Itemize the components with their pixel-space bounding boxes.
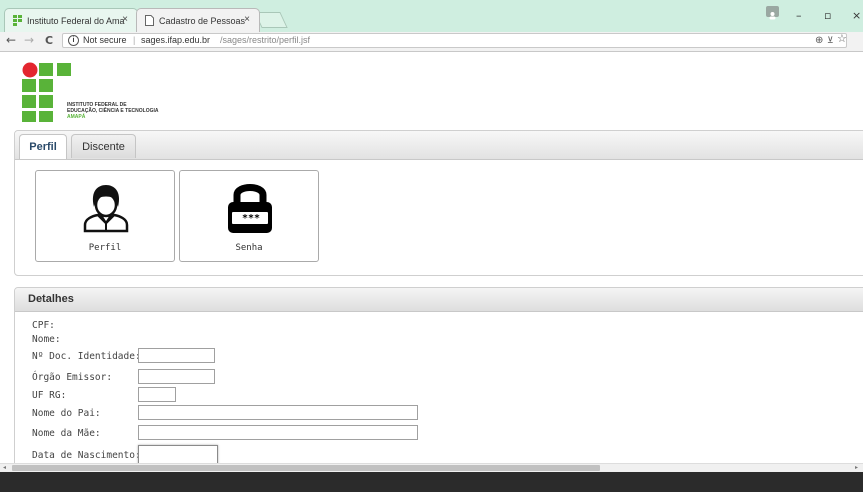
tab-title: Instituto Federal do Ama (27, 15, 125, 26)
senha-card-label: Senha (235, 243, 263, 253)
nome-pai-label: Nome do Pai: (32, 408, 101, 419)
data-nascimento-field[interactable] (138, 445, 218, 465)
reload-icon[interactable]: C (45, 34, 53, 47)
ifap-favicon-icon (13, 15, 22, 26)
url-path: /sages/restrito/perfil.jsf (220, 35, 311, 45)
extension-icon[interactable]: ⊻ (827, 34, 834, 47)
logo-text: INSTITUTO FEDERAL DE EDUCAÇÃO, CIÊNCIA E… (67, 102, 158, 120)
user-profile-icon (83, 185, 129, 233)
data-nascimento-label: Data de Nascimento: (32, 450, 141, 461)
doc-identidade-field[interactable] (138, 348, 215, 363)
password-mask: *** (241, 213, 261, 224)
scroll-right-icon[interactable]: ▸ (855, 464, 858, 471)
cpf-label: CPF: (32, 320, 55, 331)
url-separator: | (133, 35, 136, 45)
senha-card[interactable]: *** Senha (179, 170, 319, 262)
forward-arrow-icon[interactable]: → (24, 33, 34, 47)
tab-bar (15, 131, 863, 160)
nome-mae-field[interactable] (138, 425, 418, 440)
orgao-emissor-label: Órgão Emissor: (32, 372, 113, 383)
minimize-button[interactable]: – (796, 9, 802, 22)
tab-close-icon[interactable]: × (122, 14, 128, 25)
security-label: Not secure (83, 35, 127, 45)
back-arrow-icon[interactable]: ← (6, 33, 16, 47)
user-profile-button[interactable] (766, 6, 779, 20)
tab-cadastro-de-pessoas[interactable]: Cadastro de Pessoas × (136, 8, 260, 32)
url-host: sages.ifap.edu.br (141, 35, 211, 45)
details-header: Detalhes (15, 288, 863, 312)
scrollbar-thumb[interactable] (12, 465, 600, 471)
info-icon[interactable]: i (68, 35, 79, 46)
nome-label: Nome: (32, 334, 61, 345)
doc-identidade-label: Nº Doc. Identidade: (32, 351, 141, 362)
perfil-card[interactable]: Perfil (35, 170, 175, 262)
uf-rg-label: UF RG: (32, 390, 67, 401)
taskbar (0, 472, 863, 492)
ifap-logo: INSTITUTO FEDERAL DE EDUCAÇÃO, CIÊNCIA E… (22, 62, 158, 126)
logo-line-3: AMAPÁ (67, 114, 86, 120)
page-content: INSTITUTO FEDERAL DE EDUCAÇÃO, CIÊNCIA E… (0, 52, 863, 472)
scroll-left-icon[interactable]: ◂ (3, 464, 6, 471)
tab-title: Cadastro de Pessoas (159, 15, 246, 26)
tab-instituto-federal[interactable]: Instituto Federal do Ama × (4, 8, 138, 32)
nome-pai-field[interactable] (138, 405, 418, 420)
tab-close-icon[interactable]: × (244, 14, 250, 25)
nome-mae-label: Nome da Mãe: (32, 428, 101, 439)
uf-rg-field[interactable] (138, 387, 176, 402)
address-bar[interactable]: i Not secure | sages.ifap.edu.br /sages/… (62, 33, 847, 48)
zoom-icon[interactable]: ⊕ (815, 34, 823, 47)
page-icon (145, 15, 154, 26)
perfil-card-label: Perfil (88, 243, 122, 253)
maximize-button[interactable]: ▫ (824, 9, 831, 22)
orgao-emissor-field[interactable] (138, 369, 215, 384)
tab-perfil[interactable]: Perfil (19, 134, 67, 159)
lock-password-icon (228, 184, 272, 233)
tab-discente[interactable]: Discente (71, 134, 136, 158)
horizontal-scrollbar[interactable]: ◂ ▸ (0, 463, 863, 472)
close-window-button[interactable]: × (852, 9, 861, 22)
bookmark-star-icon[interactable]: ☆ (837, 33, 847, 46)
